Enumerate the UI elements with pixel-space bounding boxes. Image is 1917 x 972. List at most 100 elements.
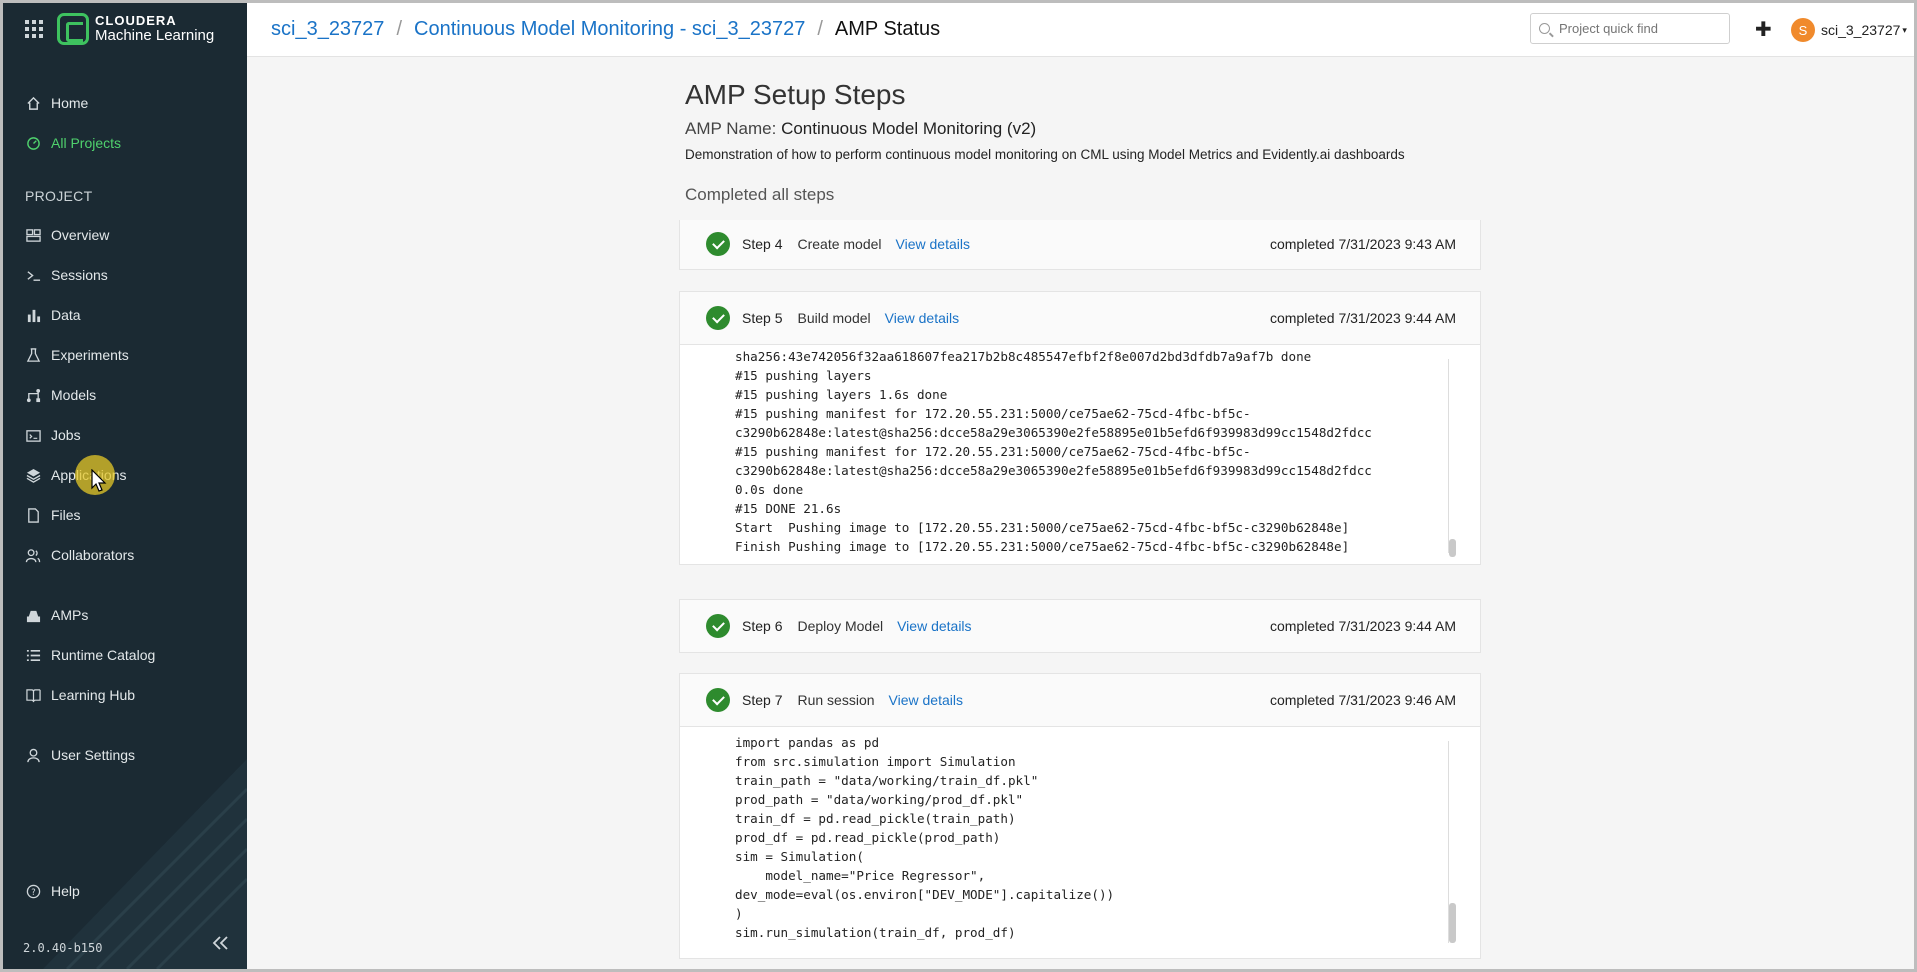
check-circle-icon (706, 614, 730, 638)
sidebar-item-jobs[interactable]: Jobs (25, 424, 81, 446)
sidebar-item-sessions[interactable]: Sessions (25, 264, 108, 286)
models-icon (25, 387, 41, 403)
user-menu[interactable]: S sci_3_23727 ▾ (1791, 18, 1907, 42)
terminal-icon (25, 267, 41, 283)
view-details-link[interactable]: View details (885, 310, 959, 326)
step-header: Step 5 Build model View details complete… (680, 292, 1480, 344)
step-completed-time: completed 7/31/2023 9:46 AM (1269, 692, 1456, 708)
breadcrumb-project-name[interactable]: Continuous Model Monitoring - sci_3_2372… (414, 18, 805, 41)
brand-line2: Machine Learning (95, 26, 215, 44)
sidebar-item-label: All Projects (51, 135, 122, 151)
app-grid-icon[interactable] (25, 20, 43, 38)
sidebar-item-home[interactable]: Home (25, 92, 88, 114)
help-icon: ? (25, 883, 41, 899)
step-number: Step 4 (742, 236, 783, 252)
projects-icon (25, 135, 41, 151)
add-icon[interactable]: ✚ (1755, 17, 1772, 42)
sidebar-item-label: Home (51, 95, 89, 111)
view-details-link[interactable]: View details (897, 618, 971, 634)
view-details-link[interactable]: View details (896, 236, 970, 252)
sidebar-item-label: Overview (51, 227, 110, 243)
log-scroll-thumb[interactable] (1449, 903, 1456, 943)
file-icon (25, 507, 41, 523)
sidebar-item-models[interactable]: Models (25, 384, 96, 406)
user-name: sci_3_23727 (1821, 22, 1901, 38)
step-title: Create model (797, 236, 882, 252)
mouse-cursor-icon (91, 469, 107, 492)
step-header: Step 7 Run session View details complete… (680, 674, 1480, 726)
version-label: 2.0.40-b150 (23, 941, 103, 955)
sidebar-item-label: Jobs (51, 427, 81, 443)
step-title: Build model (797, 310, 871, 326)
search-icon (1539, 23, 1550, 34)
step-card: Step 6 Deploy Model View details complet… (679, 599, 1481, 653)
sidebar-item-data[interactable]: Data (25, 304, 81, 326)
check-circle-icon (706, 688, 730, 712)
sidebar-item-amps[interactable]: AMPs (25, 604, 88, 626)
check-circle-icon (706, 232, 730, 256)
project-search[interactable] (1530, 13, 1730, 44)
page-title: AMP Setup Steps (685, 79, 906, 110)
amp-name: AMP Name: Continuous Model Monitoring (v… (685, 119, 1036, 139)
step-completed-time: completed 7/31/2023 9:43 AM (1269, 236, 1456, 252)
log-output: import pandas as pd from src.simulation … (735, 735, 1115, 940)
step-card: Step 4 Create model View details complet… (679, 220, 1481, 270)
brand[interactable]: CLOUDERA Machine Learning (25, 13, 214, 45)
log-scrollbar[interactable] (1448, 359, 1458, 553)
step-title: Run session (797, 692, 875, 708)
sidebar-item-help[interactable]: ? Help (25, 880, 80, 902)
layers-icon (25, 467, 41, 483)
step-log: import pandas as pd from src.simulation … (680, 726, 1480, 958)
step-header: Step 4 Create model View details complet… (680, 220, 1480, 268)
sidebar-item-label: AMPs (51, 607, 89, 623)
breadcrumb-project[interactable]: sci_3_23727 (271, 18, 384, 41)
sidebar-item-label: Runtime Catalog (51, 647, 156, 663)
step-number: Step 6 (742, 618, 783, 634)
breadcrumb-separator: / (817, 18, 823, 40)
log-output: sha256:43e742056f32aa618607fea217b2b8c48… (735, 349, 1372, 554)
jobs-icon (25, 427, 41, 443)
sidebar-item-learning-hub[interactable]: Learning Hub (25, 684, 135, 706)
users-icon (25, 547, 41, 563)
check-circle-icon (706, 306, 730, 330)
log-scroll-thumb[interactable] (1449, 539, 1456, 557)
search-input[interactable] (1559, 21, 1719, 36)
amp-name-label: AMP Name: (685, 119, 777, 138)
step-title: Deploy Model (797, 618, 884, 634)
project-section-label: PROJECT (25, 188, 93, 204)
step-completed-time: completed 7/31/2023 9:44 AM (1269, 310, 1456, 326)
view-details-link[interactable]: View details (889, 692, 963, 708)
bar-chart-icon (25, 307, 41, 323)
sidebar-item-overview[interactable]: Overview (25, 224, 109, 246)
step-completed-time: completed 7/31/2023 9:44 AM (1269, 618, 1456, 634)
sidebar-item-all-projects[interactable]: All Projects (25, 132, 121, 154)
sidebar-item-collaborators[interactable]: Collaborators (25, 544, 134, 566)
home-icon (25, 95, 41, 111)
sidebar-item-label: Sessions (51, 267, 108, 283)
avatar: S (1791, 18, 1815, 42)
amp-name-value: Continuous Model Monitoring (v2) (781, 119, 1037, 138)
chevron-down-icon: ▾ (1902, 24, 1907, 35)
breadcrumb-separator: / (396, 18, 402, 40)
amp-description: Demonstration of how to perform continuo… (685, 147, 1405, 162)
sidebar-item-label: User Settings (51, 747, 136, 763)
sidebar-item-user-settings[interactable]: User Settings (25, 744, 135, 766)
brand-line1: CLOUDERA (95, 13, 177, 29)
sidebar-item-runtime-catalog[interactable]: Runtime Catalog (25, 644, 155, 666)
breadcrumb: sci_3_23727 / Continuous Model Monitorin… (271, 18, 940, 41)
step-header: Step 6 Deploy Model View details complet… (680, 600, 1480, 652)
sidebar-item-label: Models (51, 387, 97, 403)
step-number: Step 5 (742, 310, 783, 326)
step-log: sha256:43e742056f32aa618607fea217b2b8c48… (680, 344, 1480, 564)
brand-name: CLOUDERA Machine Learning (95, 14, 214, 43)
list-icon (25, 647, 41, 663)
sidebar-item-label: Learning Hub (51, 687, 136, 703)
sidebar: CLOUDERA Machine Learning Home All Proje… (3, 3, 247, 969)
step-card: Step 5 Build model View details complete… (679, 291, 1481, 565)
sidebar-item-experiments[interactable]: Experiments (25, 344, 129, 366)
sidebar-item-label: Files (51, 507, 81, 523)
user-icon (25, 747, 41, 763)
sidebar-item-files[interactable]: Files (25, 504, 81, 526)
collapse-sidebar-icon[interactable] (211, 934, 231, 957)
step-number: Step 7 (742, 692, 783, 708)
